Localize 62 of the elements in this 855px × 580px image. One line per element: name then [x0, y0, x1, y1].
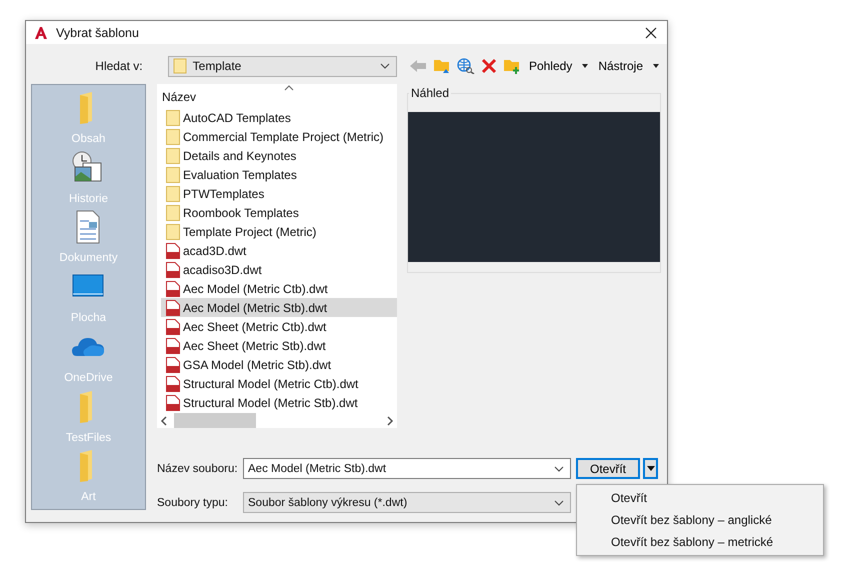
- delete-icon[interactable]: [480, 58, 497, 74]
- file-row[interactable]: Aec Sheet (Metric Ctb).dwt: [161, 317, 397, 336]
- file-row[interactable]: GSA Model (Metric Stb).dwt: [161, 355, 397, 374]
- look-in-label: Hledat v:: [94, 59, 143, 73]
- file-row[interactable]: acad3D.dwt: [161, 241, 397, 260]
- drawing-file-icon: [166, 318, 180, 334]
- folder-icon: [172, 58, 187, 74]
- folder-icon: [166, 166, 180, 182]
- file-row[interactable]: Roombook Templates: [161, 203, 397, 222]
- drawing-file-icon: [166, 356, 180, 372]
- open-options-button[interactable]: [643, 458, 658, 479]
- sort-caret-icon: [284, 85, 294, 91]
- folder-icon: [166, 148, 180, 164]
- open-button[interactable]: Otevřít: [576, 458, 640, 479]
- file-row[interactable]: AutoCAD Templates: [161, 108, 397, 127]
- file-row[interactable]: Structural Model (Metric Stb).dwt: [161, 393, 397, 412]
- caret-icon: [646, 466, 654, 471]
- toolbar-menu[interactable]: Pohledy: [526, 59, 590, 73]
- folder-icon: [166, 128, 180, 144]
- file-type-label: Soubory typu:: [157, 496, 229, 508]
- chevron-down-icon: [554, 500, 564, 506]
- close-icon[interactable]: [645, 26, 657, 38]
- folder-up-icon[interactable]: [432, 58, 451, 74]
- drawing-file-icon: [166, 242, 180, 258]
- folder-icon: [166, 224, 180, 240]
- file-row[interactable]: Template Project (Metric): [161, 222, 397, 241]
- file-row[interactable]: Aec Model (Metric Ctb).dwt: [161, 279, 397, 298]
- look-in-dropdown[interactable]: Template: [168, 56, 397, 76]
- folder-icon: [166, 110, 180, 126]
- drawing-file-icon: [166, 338, 180, 354]
- file-row[interactable]: Structural Model (Metric Ctb).dwt: [161, 374, 397, 393]
- window-title: Vybrat šablonu: [56, 26, 140, 40]
- drawing-file-icon: [166, 394, 180, 410]
- file-row[interactable]: Details and Keynotes: [161, 146, 397, 165]
- drawing-file-icon: [166, 280, 180, 296]
- menu-item[interactable]: Otevřít bez šablony – anglické: [577, 509, 823, 531]
- toolbar-menu[interactable]: Nástroje: [596, 59, 661, 73]
- drawing-file-icon: [166, 300, 180, 316]
- file-row[interactable]: Evaluation Templates: [161, 165, 397, 184]
- app-logo-icon: [34, 26, 48, 40]
- preview-label: Náhled: [409, 86, 452, 100]
- file-row[interactable]: PTWTemplates: [161, 184, 397, 203]
- file-type-dropdown[interactable]: Soubor šablony výkresu (*.dwt): [243, 492, 571, 513]
- file-name-field[interactable]: Aec Model (Metric Stb).dwt: [243, 458, 571, 479]
- file-row[interactable]: acadiso3D.dwt: [161, 260, 397, 279]
- drawing-file-icon: [166, 262, 180, 278]
- drawing-file-icon: [166, 376, 180, 392]
- caret-icon: [582, 64, 588, 68]
- file-row[interactable]: Commercial Template Project (Metric): [161, 127, 397, 146]
- menu-item[interactable]: Otevřít bez šablony – metrické: [577, 531, 823, 553]
- folder-icon: [166, 204, 180, 220]
- chevron-down-icon: [380, 63, 390, 69]
- file-row[interactable]: Aec Sheet (Metric Stb).dwt: [161, 336, 397, 355]
- chevron-down-icon: [554, 466, 564, 472]
- column-header[interactable]: Název: [157, 84, 397, 108]
- folder-icon: [166, 186, 180, 202]
- file-name-label: Název souboru:: [157, 462, 239, 474]
- new-folder-icon[interactable]: [502, 58, 521, 74]
- file-row[interactable]: Aec Model (Metric Stb).dwt: [161, 298, 397, 317]
- globe-search-icon[interactable]: [456, 58, 475, 74]
- caret-icon: [653, 64, 659, 68]
- menu-item[interactable]: Otevřít: [577, 487, 823, 509]
